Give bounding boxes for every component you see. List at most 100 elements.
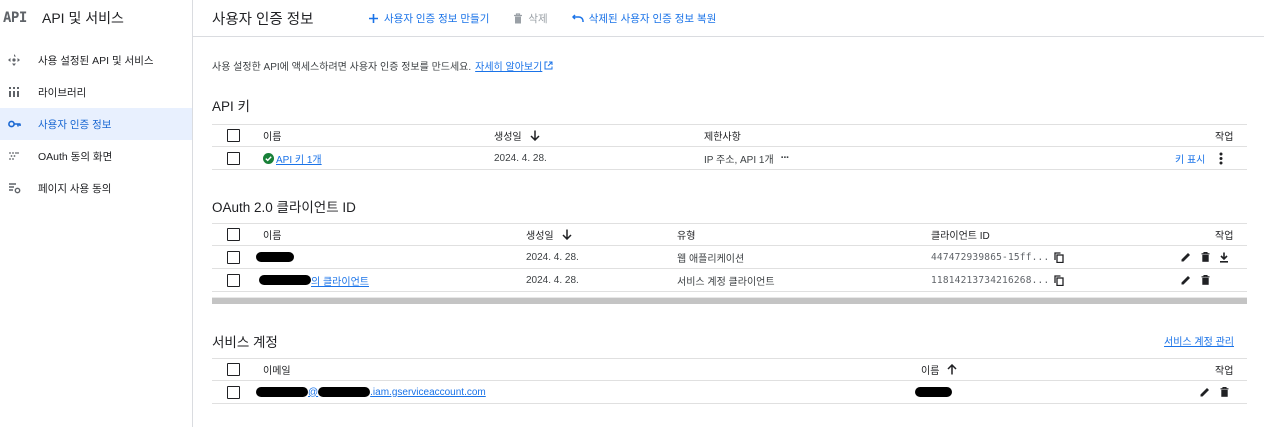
select-all-checkbox[interactable] [227,363,240,376]
delete-icon[interactable] [1197,249,1213,265]
edit-icon[interactable] [1197,384,1213,400]
diamond-arrows-icon [6,52,22,68]
client-type: 서비스 계정 클라이언트 [677,276,775,288]
column-header-name[interactable]: 이름 [921,359,957,380]
column-header-created-label: 생성일 [494,132,522,143]
page-title: 사용자 인증 정보 [212,11,314,28]
table-row: 의 클라이언트 2024. 4. 28. 서비스 계정 클라이언트 118142… [212,269,1247,292]
create-credentials-button[interactable]: 사용자 인증 정보 만들기 [368,11,489,26]
info-message: 사용 설정한 API에 액세스하려면 사용자 인증 정보를 만드세요. [212,62,472,73]
api-keys-table: 이름 생성일 제한사항 작업 API 키 1개 2024. 4. 28. IP … [212,124,1247,170]
client-id: 11814213734216268... [931,274,1050,286]
sidebar-item-library[interactable]: 라이브러리 [0,76,192,108]
sidebar-item-credentials[interactable]: 사용자 인증 정보 [0,108,192,140]
manage-service-accounts-link[interactable]: 서비스 계정 관리 [1164,333,1234,348]
column-header-actions: 작업 [1215,366,1234,377]
trash-icon [514,12,523,23]
service-account-email-link[interactable]: @ .iam.gserviceaccount.com [256,381,486,403]
show-key-link[interactable]: 키 표시 [1175,151,1205,166]
sidebar-title: API 및 서비스 [42,10,124,26]
redacted-client-name[interactable] [259,275,311,285]
column-header-name: 이름 [263,231,282,242]
column-header-created-label: 생성일 [526,231,554,242]
delete-icon[interactable] [1216,384,1232,400]
more-vert-icon[interactable] [1213,150,1229,166]
sidebar-header: API API 및 서비스 [0,0,192,36]
restore-deleted-button[interactable]: 삭제된 사용자 인증 정보 복원 [571,11,717,26]
column-header-actions: 작업 [1215,231,1234,242]
redacted-client-name[interactable] [256,252,294,262]
info-text: 사용 설정한 API에 액세스하려면 사용자 인증 정보를 만드세요. 자세히 알… [212,58,553,73]
redacted-account-name [915,387,952,397]
more-horiz-icon[interactable]: ··· [781,152,790,164]
column-header-restrictions: 제한사항 [704,132,741,143]
api-logo: API [3,10,27,26]
select-all-checkbox[interactable] [227,228,240,241]
row-checkbox[interactable] [227,151,240,165]
column-header-email: 이메일 [263,366,291,377]
delete-button[interactable]: 삭제 [513,11,548,26]
download-icon[interactable] [1216,249,1232,265]
row-checkbox[interactable] [227,273,240,287]
row-checkbox[interactable] [227,250,240,264]
table-header-row: 이메일 이름 작업 [212,358,1247,381]
column-header-name: 이름 [263,132,282,143]
sort-arrow-down-icon [562,229,572,240]
email-domain: .iam.gserviceaccount.com [370,386,486,398]
plus-icon [369,13,378,23]
column-header-actions: 작업 [1215,132,1234,143]
api-keys-section-title: API 키 [212,99,250,114]
delete-label: 삭제 [528,12,548,25]
client-type: 웹 애플리케이션 [677,253,745,265]
sidebar-item-label: 페이지 사용 동의 [38,182,112,195]
sidebar-item-page-usage-agreements[interactable]: 페이지 사용 동의 [0,172,192,204]
dots-grid-icon [6,148,22,164]
column-header-client-id: 클라이언트 ID [931,231,990,242]
sidebar-item-enabled-apis[interactable]: 사용 설정된 API 및 서비스 [0,44,192,76]
sidebar: API API 및 서비스 사용 설정된 API 및 서비스 라이브러리 사용자… [0,0,193,427]
sidebar-nav: 사용 설정된 API 및 서비스 라이브러리 사용자 인증 정보 OAuth 동… [0,44,192,204]
redacted-email-user [256,387,308,397]
learn-more-link[interactable]: 자세히 알아보기 [475,62,542,73]
key-icon [6,116,22,132]
table-row: @ .iam.gserviceaccount.com [212,381,1247,404]
sort-arrow-down-icon [530,130,540,141]
sidebar-item-oauth-consent[interactable]: OAuth 동의 화면 [0,140,192,172]
column-header-created[interactable]: 생성일 [494,125,540,146]
sidebar-item-label: OAuth 동의 화면 [38,150,113,163]
sort-arrow-up-icon [947,364,957,375]
select-all-checkbox[interactable] [227,129,240,142]
sidebar-item-label: 사용자 인증 정보 [38,118,112,131]
table-row: 2024. 4. 28. 웹 애플리케이션 447472939865-15ff.… [212,246,1247,269]
check-circle-icon [263,152,274,164]
created-date: 2024. 4. 28. [526,251,579,263]
edit-icon[interactable] [1178,249,1194,265]
table-row: API 키 1개 2024. 4. 28. IP 주소, API 1개 ··· … [212,147,1247,170]
horizontal-scrollbar[interactable] [212,297,1247,304]
undo-icon [571,14,584,22]
sidebar-item-label: 사용 설정된 API 및 서비스 [38,54,154,67]
copy-icon[interactable] [1051,249,1067,265]
row-checkbox[interactable] [227,385,240,399]
email-at-sign: @ [308,386,319,398]
service-accounts-table: 이메일 이름 작업 @ .iam.gserviceaccount.com [212,358,1247,404]
library-icon [6,84,22,100]
create-credentials-label: 사용자 인증 정보 만들기 [384,12,490,25]
redacted-project-id [318,387,371,397]
column-header-created[interactable]: 생성일 [526,224,572,245]
sidebar-item-label: 라이브러리 [38,86,87,99]
table-header-row: 이름 생성일 제한사항 작업 [212,124,1247,147]
copy-icon[interactable] [1051,272,1067,288]
restrictions-text: IP 주소, API 1개 [704,154,774,166]
client-id: 447472939865-15ff... [931,251,1050,263]
created-date: 2024. 4. 28. [494,152,547,164]
api-key-name-link[interactable]: API 키 1개 [276,151,322,166]
edit-icon[interactable] [1178,272,1194,288]
column-header-type: 유형 [677,231,696,242]
service-accounts-section-title: 서비스 계정 [212,335,278,350]
restore-deleted-label: 삭제된 사용자 인증 정보 복원 [588,12,717,25]
created-date: 2024. 4. 28. [526,274,579,286]
delete-icon[interactable] [1197,272,1213,288]
client-name-suffix-link[interactable]: 의 클라이언트 [311,273,369,288]
column-header-name-label: 이름 [921,366,940,377]
